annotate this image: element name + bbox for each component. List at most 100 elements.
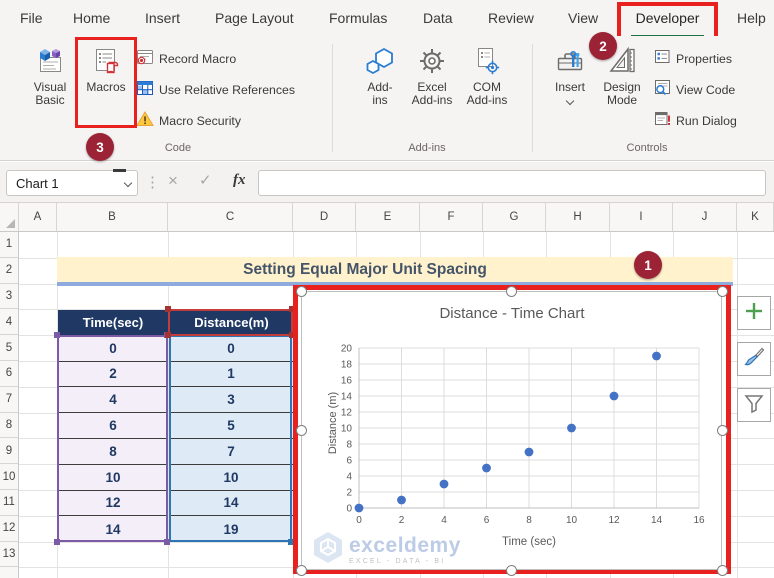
badge-3-text: 3 [96,139,104,155]
chart-elements-button[interactable] [737,296,771,330]
row-header-10[interactable]: 10 [0,464,18,490]
formula-input[interactable] [258,170,766,196]
column-header-J[interactable]: J [673,203,737,231]
insert-dropdown-chevron-icon[interactable] [567,98,574,105]
tab-view[interactable]: View [568,0,598,36]
y-tick-label: 18 [341,360,353,371]
macros-annotation-box [75,37,137,128]
row-header-6[interactable]: 6 [0,361,18,387]
chart-object[interactable]: Distance - Time Chart 0 2 4 6 8 10 12 14 16 18 20 0… [301,291,722,570]
run-dialog-icon [654,110,671,132]
column-headers: ABCDEFGHIJK [0,203,774,232]
row-header-12[interactable]: 12 [0,516,18,542]
row-header-7[interactable]: 7 [0,387,18,413]
name-box-resize-handle[interactable] [113,169,126,172]
row-header-1[interactable]: 1 [0,232,18,258]
row-header-5[interactable]: 5 [0,335,18,361]
y-range-selection [169,335,292,542]
enter-icon[interactable]: ✓ [199,171,212,189]
chart-filters-button[interactable] [737,388,771,422]
tab-data[interactable]: Data [423,0,453,36]
record-macro-button[interactable]: Record Macro [136,48,236,70]
x-tick-label: 16 [693,515,705,526]
tab-home[interactable]: Home [73,0,110,36]
name-box[interactable]: Chart 1 [6,169,138,196]
row-header-11[interactable]: 11 [0,490,18,516]
tab-file[interactable]: File [20,0,43,36]
selection-handle[interactable] [54,332,60,338]
data-point[interactable] [652,351,661,361]
name-box-chevron-icon[interactable] [119,171,137,195]
annotation-badge-2: 2 [589,32,617,60]
column-header-H[interactable]: H [546,203,610,231]
chart-styles-button[interactable] [737,342,771,376]
selection-handle[interactable] [165,306,171,312]
selection-handle[interactable] [54,539,60,545]
macro-security-button[interactable]: Macro Security [136,110,241,132]
selection-handle[interactable] [164,539,170,545]
data-point[interactable] [397,495,406,505]
row-header-4[interactable]: 4 [0,309,18,336]
chart-resize-handle[interactable] [716,564,728,576]
column-header-A[interactable]: A [19,203,57,231]
row-header-2[interactable]: 2 [0,258,18,284]
excel-add-ins-button[interactable]: Excel Add-ins [406,44,458,130]
chart-resize-handle[interactable] [295,285,307,297]
run-dialog-button[interactable]: Run Dialog [654,110,737,132]
y-tick-label: 10 [341,424,353,435]
chart-resize-handle[interactable] [506,564,517,576]
column-header-B[interactable]: B [57,203,168,231]
x-axis-title[interactable]: Time (sec) [469,536,589,548]
chart-resize-handle[interactable] [506,285,517,297]
cancel-icon[interactable]: × [168,171,178,191]
badge-2-text: 2 [599,38,607,54]
insert-function-button[interactable]: fx [233,172,246,189]
column-header-I[interactable]: I [610,203,673,231]
record-macro-icon [136,48,154,71]
column-header-K[interactable]: K [737,203,774,231]
column-header-F[interactable]: F [420,203,483,231]
visual-basic-button[interactable]: Visual Basic [26,44,74,130]
data-point[interactable] [482,463,491,473]
data-point[interactable] [567,423,576,433]
record-macro-label: Record Macro [159,52,237,66]
data-point[interactable] [609,391,619,401]
row-header-8[interactable]: 8 [0,413,18,439]
view-code-button[interactable]: View Code [654,79,735,101]
visual-basic-label-2: Basic [35,93,65,107]
column-header-E[interactable]: E [356,203,420,231]
insert-control-label: Insert [554,80,585,94]
data-point[interactable] [439,479,449,489]
properties-button[interactable]: Properties [654,48,732,70]
chart-resize-handle[interactable] [716,285,728,297]
data-point[interactable] [354,503,364,513]
run-dialog-label: Run Dialog [676,114,737,128]
select-all-corner[interactable] [0,203,19,231]
column-header-C[interactable]: C [168,203,293,231]
y-tick-label: 14 [341,392,353,403]
tab-insert[interactable]: Insert [145,0,180,36]
annotation-badge-1: 1 [634,251,662,279]
table-header-time[interactable]: Time(sec) [58,310,168,335]
column-header-G[interactable]: G [483,203,546,231]
use-relative-references-button[interactable]: Use Relative References [136,79,295,101]
tab-formulas[interactable]: Formulas [329,0,387,36]
chart-resize-handle[interactable] [295,564,307,576]
tab-help[interactable]: Help [737,0,766,36]
row-header-3[interactable]: 3 [0,284,18,310]
y-tick-label: 6 [346,456,352,467]
insert-control-button[interactable]: Insert [546,44,594,130]
selection-handle[interactable] [165,332,171,338]
chart-resize-handle[interactable] [295,425,307,436]
data-point[interactable] [524,447,534,457]
row-header-13[interactable]: 13 [0,542,18,568]
chart-resize-handle[interactable] [716,425,728,436]
tab-page-layout[interactable]: Page Layout [215,0,294,36]
formula-bar-separator-icon: ⋮ [145,174,160,191]
com-add-ins-button[interactable]: COM Add-ins [461,44,513,130]
tab-review[interactable]: Review [488,0,534,36]
add-ins-button[interactable]: Add- ins [355,44,405,130]
column-header-D[interactable]: D [293,203,356,231]
y-axis-title[interactable]: Distance (m) [327,368,339,478]
row-header-9[interactable]: 9 [0,438,18,465]
